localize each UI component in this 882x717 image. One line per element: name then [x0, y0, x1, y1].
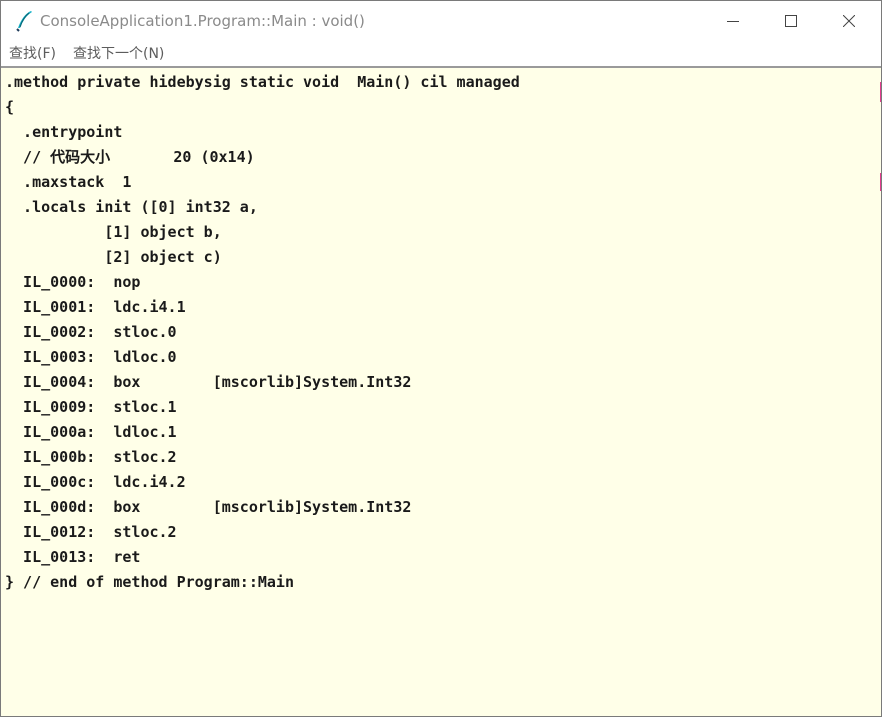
- code-line: IL_0012: stloc.2: [5, 523, 177, 541]
- code-line: IL_0002: stloc.0: [5, 323, 177, 341]
- close-button[interactable]: [821, 1, 879, 41]
- il-code-view[interactable]: .method private hidebysig static void Ma…: [1, 68, 881, 716]
- code-line: .method private hidebysig static void Ma…: [5, 73, 520, 91]
- code-line: // 代码大小 20 (0x14): [5, 148, 255, 166]
- quill-icon: [14, 10, 34, 32]
- edge-accent: [880, 173, 881, 191]
- maximize-icon: [785, 15, 797, 27]
- code-line: IL_0003: ldloc.0: [5, 348, 177, 366]
- code-line: IL_000a: ldloc.1: [5, 423, 177, 441]
- menu-bar: 查找(F) 查找下一个(N): [1, 41, 881, 65]
- code-line: IL_0013: ret: [5, 548, 141, 566]
- close-icon: [843, 15, 855, 27]
- code-line: IL_0004: box [mscorlib]System.Int32: [5, 373, 412, 391]
- window-title: ConsoleApplication1.Program::Main : void…: [40, 12, 365, 30]
- code-line: .entrypoint: [5, 123, 123, 141]
- ildasm-method-window: ConsoleApplication1.Program::Main : void…: [0, 0, 882, 717]
- menu-find-next[interactable]: 查找下一个(N): [73, 43, 164, 63]
- code-line: .locals init ([0] int32 a,: [5, 198, 258, 216]
- code-line: [2] object c): [5, 248, 222, 266]
- menu-find[interactable]: 查找(F): [9, 43, 56, 63]
- edge-accent: [880, 82, 881, 102]
- code-line: IL_0001: ldc.i4.1: [5, 298, 186, 316]
- il-code-text: .method private hidebysig static void Ma…: [5, 70, 520, 595]
- code-line: IL_000c: ldc.i4.2: [5, 473, 186, 491]
- minimize-button[interactable]: [705, 1, 763, 41]
- maximize-button[interactable]: [763, 1, 821, 41]
- title-bar[interactable]: ConsoleApplication1.Program::Main : void…: [1, 1, 881, 41]
- code-line: IL_0009: stloc.1: [5, 398, 177, 416]
- code-line: .maxstack 1: [5, 173, 132, 191]
- code-line: {: [5, 98, 15, 116]
- code-line: [1] object b,: [5, 223, 222, 241]
- code-line: IL_000b: stloc.2: [5, 448, 177, 466]
- minimize-icon: [727, 21, 739, 22]
- code-line: IL_000d: box [mscorlib]System.Int32: [5, 498, 412, 516]
- code-line: } // end of method Program::Main: [5, 573, 294, 591]
- code-line: IL_0000: nop: [5, 273, 141, 291]
